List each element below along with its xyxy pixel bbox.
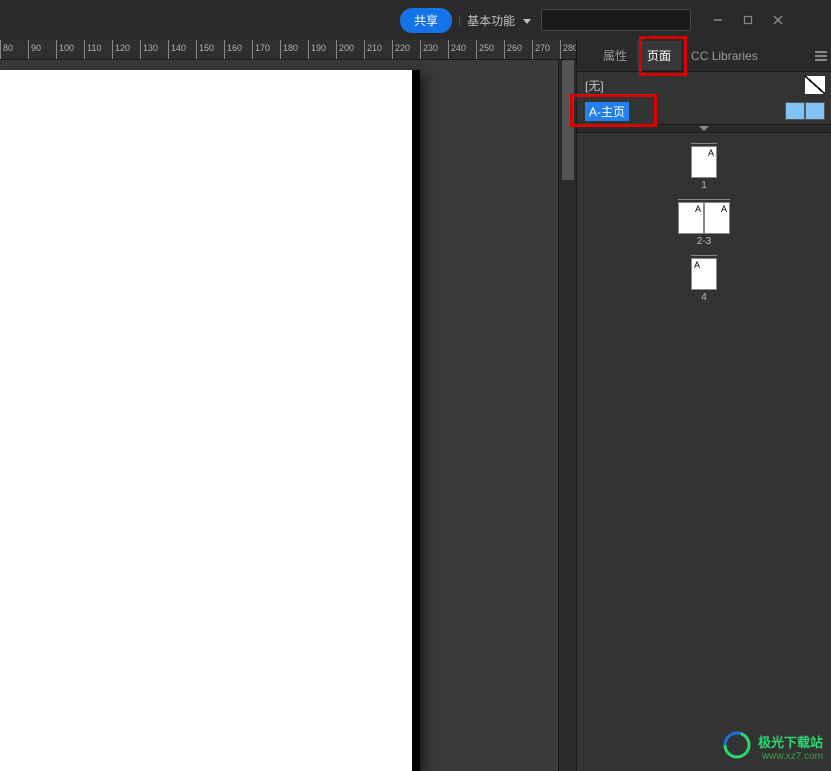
ruler-tick: 230 [420, 40, 421, 60]
ruler-tick: 260 [504, 40, 505, 60]
ruler-tick: 270 [532, 40, 533, 60]
minimize-button[interactable] [703, 8, 733, 32]
panel-tabs: 属性 页面 CC Libraries [577, 40, 831, 72]
page-number-label: 4 [691, 292, 717, 303]
page-number-label: 2-3 [678, 236, 730, 247]
ruler-tick: 280 [560, 40, 561, 60]
page-item[interactable]: AA2-3 [678, 199, 730, 247]
document-page[interactable] [0, 70, 420, 771]
master-marker: A [721, 204, 727, 214]
search-input[interactable] [541, 9, 691, 31]
ruler-horizontal: 80 90 100 110 120 130 140 150 160 170 180 190 200 210… [0, 40, 576, 60]
tab-cc-libraries[interactable]: CC Libraries [681, 43, 768, 69]
page-spread: A [691, 255, 717, 290]
ruler-tick: 210 [364, 40, 365, 60]
tab-properties[interactable]: 属性 [593, 41, 637, 70]
ruler-tick: 180 [280, 40, 281, 60]
page-thumbnail[interactable]: A [691, 146, 717, 178]
separator: | [458, 13, 461, 27]
page-thumbnail[interactable]: A [691, 258, 717, 290]
page-item[interactable]: A1 [691, 143, 717, 191]
top-bar: 共享 | 基本功能 [0, 0, 831, 40]
master-pages-section: [无] A-主页 [577, 72, 831, 125]
ruler-tick: 160 [224, 40, 225, 60]
master-a-row[interactable]: A-主页 [577, 98, 831, 124]
ruler-tick: 240 [448, 40, 449, 60]
window-controls [703, 8, 793, 32]
chevron-down-icon [523, 19, 531, 24]
ruler-tick: 140 [168, 40, 169, 60]
page-number-label: 1 [691, 180, 717, 191]
scrollbar-vertical[interactable] [558, 60, 576, 771]
panel-menu-icon[interactable] [811, 47, 831, 65]
master-marker: A [694, 260, 700, 270]
tab-pages[interactable]: 页面 [637, 41, 681, 70]
workspace-mode-dropdown[interactable]: 基本功能 [467, 12, 530, 29]
ruler-tick: 250 [476, 40, 477, 60]
page-thumbnail[interactable]: A [704, 202, 730, 234]
master-a-label: A-主页 [585, 102, 629, 121]
watermark-url: www.xz7.com [758, 751, 823, 762]
maximize-button[interactable] [733, 8, 763, 32]
ruler-tick: 110 [84, 40, 85, 60]
share-button[interactable]: 共享 [400, 8, 452, 33]
master-none-row[interactable]: [无] [577, 72, 831, 98]
master-a-thumb[interactable] [785, 102, 825, 120]
ruler-tick: 90 [28, 40, 29, 60]
triangle-down-icon [699, 126, 709, 131]
right-panel: 属性 页面 CC Libraries [无] A-主页 A1AA2-3A4 [576, 40, 831, 771]
watermark: 极光下载站 www.xz7.com [722, 730, 823, 763]
pages-thumbnails-list: A1AA2-3A4 [577, 133, 831, 771]
page-item[interactable]: A4 [691, 255, 717, 303]
page-thumbnail[interactable]: A [678, 202, 704, 234]
master-marker: A [695, 204, 701, 214]
close-button[interactable] [763, 8, 793, 32]
ruler-tick: 220 [392, 40, 393, 60]
section-divider[interactable] [577, 125, 831, 133]
ruler-tick: 190 [308, 40, 309, 60]
page-spread: A [691, 143, 717, 178]
ruler-tick: 150 [196, 40, 197, 60]
master-none-thumb[interactable] [805, 76, 825, 94]
ruler-tick: 130 [140, 40, 141, 60]
watermark-title: 极光下载站 [758, 732, 823, 751]
canvas-area: 80 90 100 110 120 130 140 150 160 170 180 190 200 210… [0, 40, 576, 771]
master-marker: A [708, 148, 714, 158]
scrollbar-thumb[interactable] [562, 60, 574, 180]
watermark-logo-icon [722, 730, 752, 763]
ruler-tick: 200 [336, 40, 337, 60]
master-none-label: [无] [585, 77, 604, 94]
page-spread: AA [678, 199, 730, 234]
ruler-tick: 120 [112, 40, 113, 60]
ruler-tick: 80 [0, 40, 1, 60]
ruler-tick: 100 [56, 40, 57, 60]
ruler-tick: 170 [252, 40, 253, 60]
